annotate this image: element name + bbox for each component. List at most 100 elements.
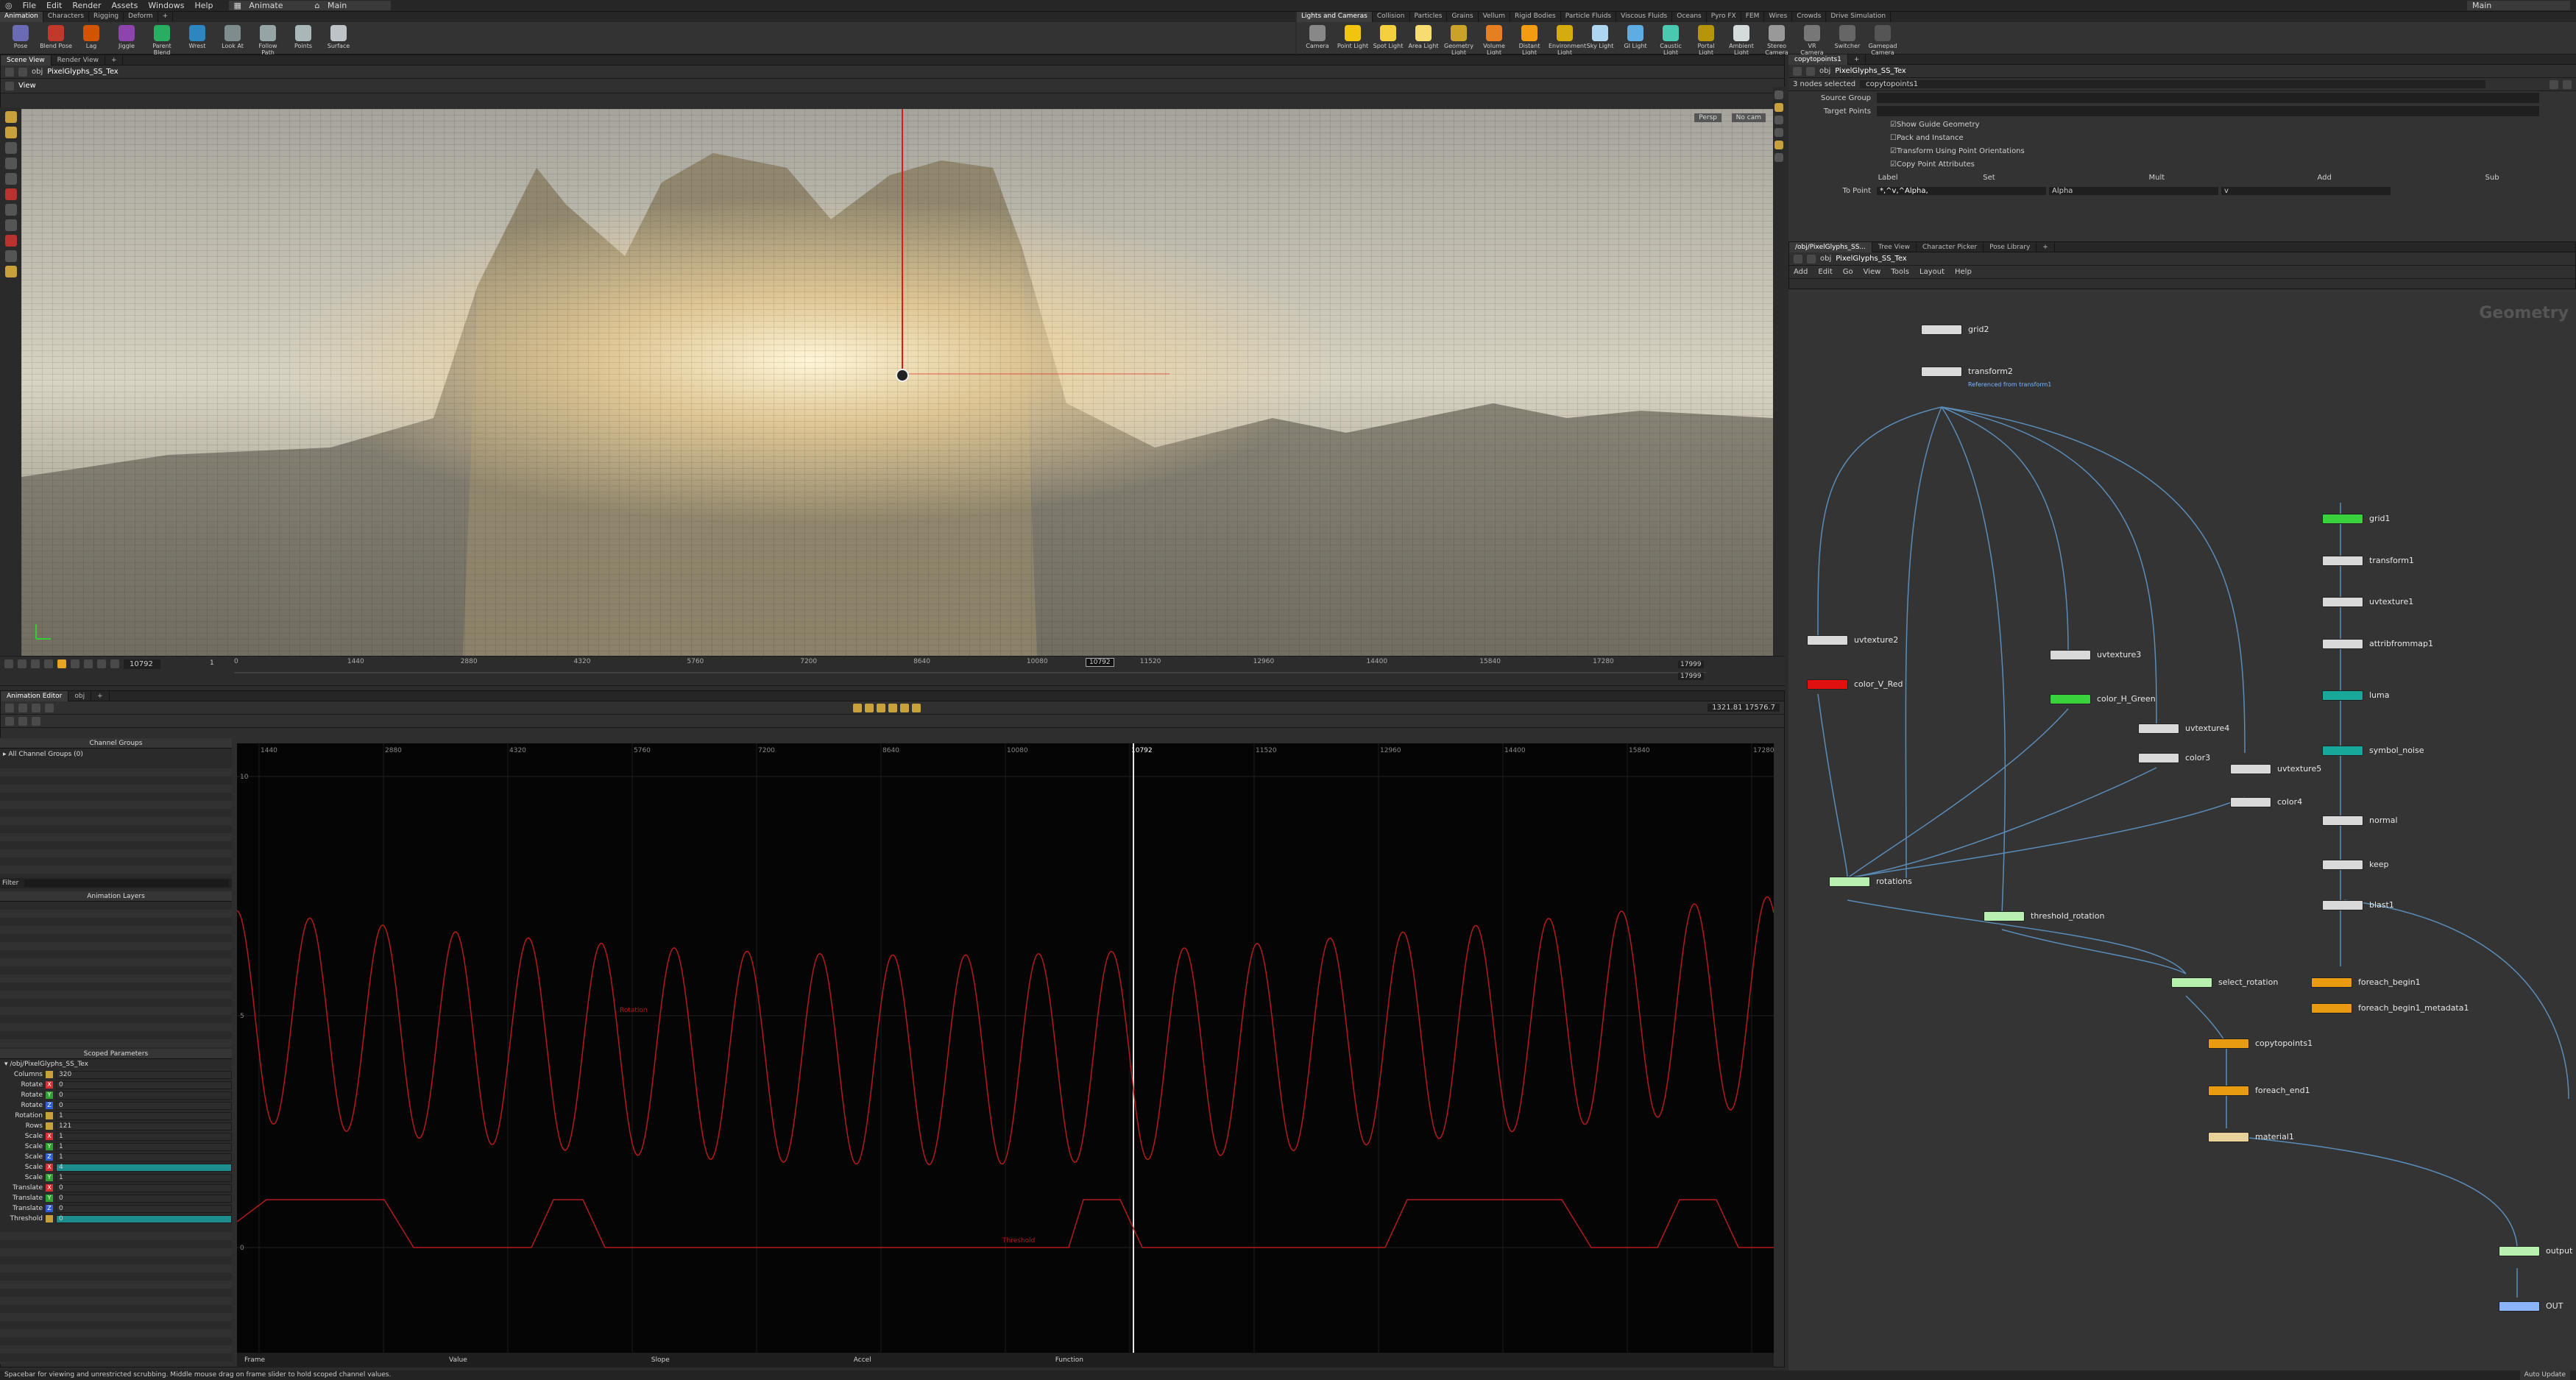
handle-tool-icon[interactable] xyxy=(4,188,17,200)
node-copytopoints1[interactable] xyxy=(2208,1038,2249,1049)
frame-all-icon[interactable] xyxy=(45,703,54,712)
auto-update-button[interactable]: Auto Update xyxy=(2519,1370,2570,1380)
tool-distant-light[interactable]: Distant Light xyxy=(1513,25,1546,56)
node-uvtexture2[interactable] xyxy=(1807,635,1848,645)
target-points-field[interactable] xyxy=(1877,106,2539,116)
timeline-start-field[interactable]: 1 xyxy=(210,659,214,667)
net-menu-help[interactable]: Help xyxy=(1955,268,1972,276)
stop-icon[interactable] xyxy=(57,659,66,668)
net-path-obj[interactable]: obj xyxy=(1820,255,1831,263)
scoped-param-value[interactable]: 0 xyxy=(56,1194,232,1203)
net-menu-add[interactable]: Add xyxy=(1794,268,1808,276)
tool-volume-light[interactable]: Volume Light xyxy=(1478,25,1510,56)
node-color-h-green[interactable] xyxy=(2050,694,2091,704)
v-field[interactable]: v xyxy=(2221,186,2391,195)
tool-follow-path[interactable]: Follow Path xyxy=(252,25,284,56)
scoped-param-row[interactable]: Rows 121 xyxy=(0,1121,232,1131)
view-options-icon[interactable] xyxy=(32,716,40,726)
viewer-menu-icon[interactable] xyxy=(5,81,14,91)
brush-tool-icon[interactable] xyxy=(4,204,17,216)
node-select-rotation[interactable] xyxy=(2171,977,2212,988)
tool-gamepad-camera[interactable]: Gamepad Camera xyxy=(1866,25,1899,56)
tab-scene-view[interactable]: Scene View xyxy=(1,54,52,66)
key-ease-icon[interactable] xyxy=(888,703,897,712)
node-uvtexture5[interactable] xyxy=(2230,764,2271,774)
shelf-tab-oceans[interactable]: Oceans xyxy=(1672,12,1707,22)
timeline-end-field[interactable]: 17999 xyxy=(1678,661,1704,668)
tab-animation-editor[interactable]: Animation Editor xyxy=(1,690,69,701)
node-rotations[interactable] xyxy=(1829,877,1870,887)
tool-pose[interactable]: Pose xyxy=(4,25,37,56)
pose-tool-icon[interactable] xyxy=(4,173,17,185)
node-uvtexture4[interactable] xyxy=(2138,723,2179,734)
scoped-param-value[interactable]: 0 xyxy=(56,1091,232,1100)
curve-graph[interactable]: 1440 2880 4320 5760 7200 8640 10080 10792 11520 1… xyxy=(237,743,1774,1354)
forward-icon[interactable] xyxy=(18,67,27,77)
anim-add-tab-button[interactable]: + xyxy=(91,690,110,701)
step-forward-key-icon[interactable] xyxy=(97,659,106,668)
node-foreach-begin1-metadata1[interactable] xyxy=(2311,1003,2352,1013)
shelf-tab-crowds[interactable]: Crowds xyxy=(1792,12,1827,22)
alpha-field[interactable]: Alpha xyxy=(2049,186,2218,195)
key-constant-icon[interactable] xyxy=(865,703,874,712)
tool-points[interactable]: Points xyxy=(287,25,319,56)
net-forward-icon[interactable] xyxy=(1807,254,1816,263)
shelf-tab-animation[interactable]: Animation xyxy=(0,12,43,22)
node-color3[interactable] xyxy=(2138,753,2179,763)
tool-stereo-camera[interactable]: Stereo Camera xyxy=(1761,25,1793,56)
shelf-tab-wires[interactable]: Wires xyxy=(1764,12,1793,22)
anim-menu-icon[interactable] xyxy=(5,703,14,712)
node-threshold-rotation[interactable] xyxy=(1984,911,2025,921)
scoped-param-value[interactable]: 0 xyxy=(56,1204,232,1213)
tool-portal-light[interactable]: Portal Light xyxy=(1690,25,1722,56)
menu-windows[interactable]: Windows xyxy=(143,1,189,10)
scoped-param-row[interactable]: Translate Y 0 xyxy=(0,1193,232,1203)
tool-switcher[interactable]: Switcher xyxy=(1831,25,1864,56)
scoped-param-value[interactable]: 1 xyxy=(56,1142,232,1151)
camera-select[interactable]: No cam xyxy=(1731,113,1766,122)
scoped-param-value[interactable]: 1 xyxy=(56,1111,232,1120)
scoped-param-value[interactable]: 0 xyxy=(56,1080,232,1089)
tool-spot-light[interactable]: Spot Light xyxy=(1372,25,1404,56)
main-desktop-select[interactable]: Main xyxy=(2467,1,2570,10)
menu-render[interactable]: Render xyxy=(67,1,106,10)
scoped-param-value[interactable]: 4 xyxy=(56,1163,232,1172)
scoped-param-value[interactable]: 121 xyxy=(56,1122,232,1130)
key-bezier-icon[interactable] xyxy=(900,703,909,712)
tool-parent-blend[interactable]: Parent Blend xyxy=(146,25,178,56)
shelf-tab-characters[interactable]: Characters xyxy=(43,12,90,22)
scoped-param-value[interactable]: 0 xyxy=(56,1101,232,1110)
tool-look-at[interactable]: Look At xyxy=(216,25,249,56)
menu-file[interactable]: File xyxy=(18,1,41,10)
net-menu-view[interactable]: View xyxy=(1864,268,1881,276)
scoped-param-row[interactable]: Scale X 4 xyxy=(0,1162,232,1172)
node-color4[interactable] xyxy=(2230,797,2271,807)
snap-icon[interactable] xyxy=(18,716,27,726)
magnet-tool-icon[interactable] xyxy=(4,250,17,262)
gear-icon[interactable] xyxy=(2550,79,2558,89)
tab-anim-obj[interactable]: obj xyxy=(68,690,92,701)
key-function-icon[interactable] xyxy=(853,703,862,712)
camera-mode-label[interactable]: Persp xyxy=(1694,113,1722,122)
tab-pose-library[interactable]: Pose Library xyxy=(1984,241,2037,252)
tab-character-picker[interactable]: Character Picker xyxy=(1917,241,1984,252)
tool-gi-light[interactable]: GI Light xyxy=(1619,25,1652,56)
shelf-tab-viscous-fluids[interactable]: Viscous Fluids xyxy=(1616,12,1673,22)
tool-jiggle[interactable]: Jiggle xyxy=(110,25,143,56)
net-path-node[interactable]: PixelGlyphs_SS_Tex xyxy=(1836,255,1906,263)
shelf-tab-fem[interactable]: FEM xyxy=(1741,12,1765,22)
play-reverse-icon[interactable] xyxy=(44,659,53,668)
viewer-add-tab-button[interactable]: + xyxy=(105,54,124,66)
copy-attribs-checkbox[interactable]: ☑ xyxy=(1890,160,1897,169)
path-node[interactable]: PixelGlyphs_SS_Tex xyxy=(47,68,118,76)
key-cubic-icon[interactable] xyxy=(912,703,921,712)
node-symbol-noise[interactable] xyxy=(2322,746,2363,756)
tab-network[interactable]: /obj/PixelGlyphs_SS... xyxy=(1789,241,1873,252)
tool-camera[interactable]: Camera xyxy=(1301,25,1334,56)
step-back-key-icon[interactable] xyxy=(18,659,26,668)
transform-tool-icon[interactable] xyxy=(4,127,17,138)
node-color-v-red[interactable] xyxy=(1807,679,1848,690)
keyframe-tools-icon[interactable] xyxy=(5,716,14,726)
shelf-tab-rigid-bodies[interactable]: Rigid Bodies xyxy=(1510,12,1561,22)
ghost-icon[interactable] xyxy=(1774,141,1783,149)
